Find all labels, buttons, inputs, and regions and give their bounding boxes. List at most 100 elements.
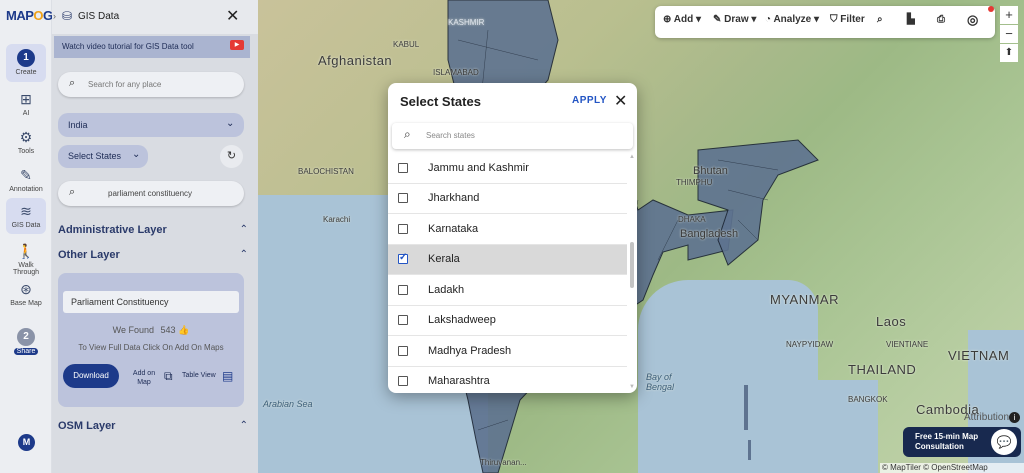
- state-label: Ladakh: [428, 284, 465, 296]
- expand-chevron-icon[interactable]: ›: [53, 11, 56, 21]
- list-item[interactable]: Madhya Pradesh: [388, 337, 627, 367]
- compass-button[interactable]: ⬆: [1000, 44, 1018, 62]
- analyze-menu-button[interactable]: ◔ Analyze ▾: [765, 14, 819, 25]
- list-item[interactable]: Jammu and Kashmir: [388, 154, 627, 184]
- thumbs-up-icon: 👍: [178, 325, 190, 335]
- zoom-out-button[interactable]: −: [1000, 25, 1018, 43]
- table-icon[interactable]: ▤: [222, 369, 233, 383]
- map-label-islamabad: ISLAMABAD: [433, 68, 479, 77]
- result-name-box[interactable]: Parliament Constituency: [63, 291, 239, 313]
- country-select[interactable]: India ⌄: [58, 113, 244, 137]
- attribution-label[interactable]: Attribution: [964, 412, 1009, 423]
- administrative-layer-header[interactable]: Administrative Layer: [58, 224, 167, 236]
- rail-base-map-label: Base Map: [10, 300, 42, 307]
- modal-title: Select States: [400, 94, 481, 109]
- chevron-up-icon[interactable]: ⌃: [240, 249, 248, 260]
- state-list-scrollbar[interactable]: ▲ ▼: [628, 154, 637, 393]
- rail-walk-through-label: Walk Through: [12, 262, 40, 276]
- close-panel-icon[interactable]: ✕: [226, 6, 239, 26]
- state-label: Jharkhand: [428, 192, 480, 204]
- list-item[interactable]: Lakshadweep: [388, 306, 627, 336]
- add-on-map-button[interactable]: Add on Map: [128, 369, 160, 387]
- notification-dot: [988, 6, 994, 12]
- other-layer-header[interactable]: Other Layer: [58, 249, 120, 261]
- andaman-islands: [744, 385, 748, 430]
- zoom-in-button[interactable]: +: [1000, 6, 1018, 24]
- select-states-modal: Select States APPLY ✕ ⌕ Search states Ja…: [388, 83, 637, 393]
- chevron-up-icon[interactable]: ⌃: [240, 420, 248, 431]
- rail-base-map[interactable]: ⊛ Base Map: [6, 280, 46, 307]
- filter-button[interactable]: ⛉ Filter: [830, 14, 865, 25]
- tools-icon: ⚙: [19, 129, 33, 145]
- ai-icon: ⊞: [20, 91, 32, 107]
- layer-search-input[interactable]: ⌕ parliament constituency: [58, 181, 244, 206]
- add-menu-button[interactable]: ⊕ Add ▾: [663, 14, 701, 25]
- search-icon[interactable]: ⌕: [877, 14, 883, 25]
- rail-create[interactable]: 1 Create: [6, 44, 46, 82]
- rail-share[interactable]: 2 Share: [6, 328, 46, 355]
- rail-annotation[interactable]: ✎ Annotation: [6, 166, 46, 193]
- apply-button[interactable]: APPLY: [572, 95, 607, 106]
- close-icon[interactable]: ✕: [614, 91, 627, 111]
- state-checkbox-checked[interactable]: [398, 252, 408, 264]
- list-item[interactable]: Maharashtra: [388, 367, 627, 393]
- select-states-button[interactable]: Select States ⌄: [58, 145, 148, 168]
- state-checkbox[interactable]: [398, 376, 408, 386]
- chat-icon[interactable]: 💬: [991, 429, 1017, 455]
- print-icon[interactable]: ⎙: [937, 14, 945, 25]
- draw-menu-button[interactable]: ✎ Draw ▾: [713, 14, 756, 25]
- chevron-down-icon: ⌄: [132, 149, 141, 160]
- annotation-icon: ✎: [20, 167, 32, 183]
- table-view-button[interactable]: Table View: [182, 372, 216, 379]
- panel-header: › ⛁ GIS Data ✕: [52, 0, 258, 34]
- rail-walk-through[interactable]: 🚶 Walk Through: [6, 242, 46, 276]
- chevron-up-icon[interactable]: ⌃: [240, 224, 248, 235]
- search-icon: ⌕: [69, 186, 76, 198]
- list-item[interactable]: Jharkhand: [388, 184, 627, 214]
- state-checkbox[interactable]: [398, 315, 408, 325]
- state-checkbox[interactable]: [398, 346, 408, 356]
- info-icon[interactable]: i: [1009, 412, 1020, 423]
- chevron-down-icon: ⌄: [226, 118, 235, 129]
- rail-gis-data[interactable]: ≋ GIS Data: [6, 198, 46, 234]
- locate-icon[interactable]: ◎: [967, 12, 978, 28]
- map-label-vietnam: VIETNAM: [948, 348, 1010, 363]
- state-checkbox[interactable]: [398, 163, 408, 173]
- india-constituency-map[interactable]: [258, 0, 1024, 473]
- list-item[interactable]: Karnataka: [388, 215, 627, 245]
- found-prefix: We Found: [112, 325, 155, 335]
- map-label-kabul: KABUL: [393, 40, 420, 49]
- rail-ai[interactable]: ⊞ AI: [6, 90, 46, 117]
- tutorial-banner[interactable]: Watch video tutorial for GIS Data tool ▶: [54, 36, 250, 58]
- download-button[interactable]: Download: [63, 364, 119, 388]
- scroll-down-arrow[interactable]: ▼: [629, 384, 635, 390]
- rail-tools[interactable]: ⚙ Tools: [6, 128, 46, 155]
- state-checkbox[interactable]: [398, 224, 408, 234]
- place-search-input[interactable]: ⌕ Search for any place: [58, 72, 244, 97]
- add-layer-icon[interactable]: ⧉: [164, 369, 173, 384]
- chart-icon[interactable]: ▙: [907, 14, 915, 25]
- rail-ai-label: AI: [22, 110, 30, 117]
- state-search-input[interactable]: ⌕ Search states: [392, 123, 633, 149]
- scroll-up-arrow[interactable]: ▲: [629, 154, 635, 160]
- gis-data-header-icon: ⛁: [62, 9, 73, 23]
- panel-title: GIS Data: [78, 11, 120, 22]
- list-item[interactable]: Kerala: [388, 245, 627, 275]
- consultation-line1: Free 15-min Map: [915, 432, 979, 441]
- map-label-balochistan: BALOCHISTAN: [298, 167, 354, 176]
- state-checkbox[interactable]: [398, 193, 408, 203]
- rail-annotation-label: Annotation: [9, 186, 43, 193]
- rail-share-label: Share: [13, 348, 39, 355]
- list-item[interactable]: Ladakh: [388, 276, 627, 306]
- scroll-thumb[interactable]: [630, 242, 634, 288]
- rail-tools-label: Tools: [17, 148, 35, 155]
- map-label-arabian-sea: Arabian Sea: [263, 399, 313, 409]
- refresh-button[interactable]: ↻: [220, 145, 243, 168]
- user-avatar[interactable]: M: [18, 434, 35, 451]
- base-map-icon: ⊛: [20, 281, 32, 297]
- state-checkbox[interactable]: [398, 285, 408, 295]
- osm-layer-header[interactable]: OSM Layer: [58, 420, 115, 432]
- map-canvas[interactable]: Afghanistan KABUL ISLAMABAD BALOCHISTAN …: [258, 0, 1024, 473]
- found-hint: To View Full Data Click On Add On Maps: [78, 343, 224, 352]
- consultation-banner[interactable]: Free 15-min Map Consultation 💬: [903, 427, 1021, 457]
